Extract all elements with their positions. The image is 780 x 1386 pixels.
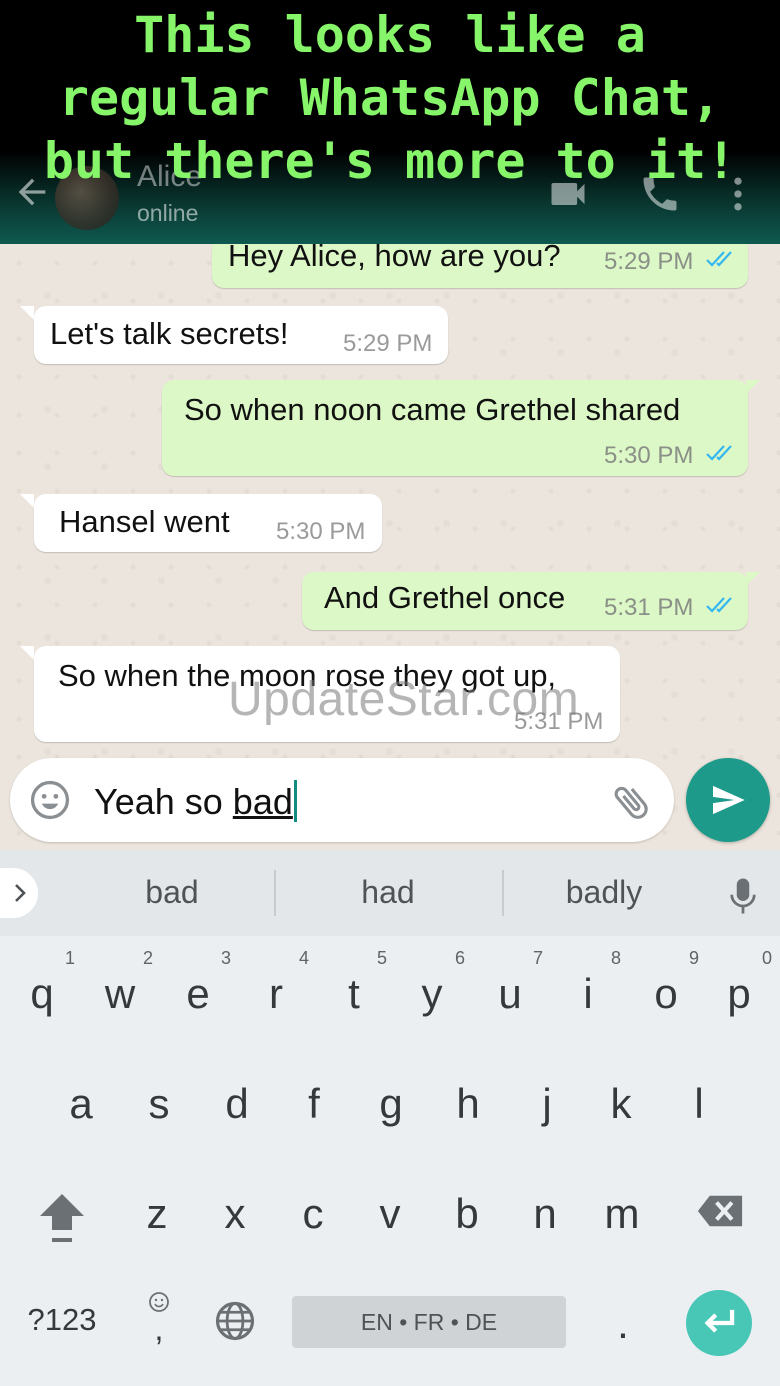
message-text: Let's talk secrets!	[50, 316, 289, 351]
globe-icon[interactable]	[214, 1300, 256, 1342]
message-time: 5:29 PM	[343, 330, 433, 357]
key-g[interactable]: g	[352, 1080, 430, 1128]
key-w[interactable]: 2w	[81, 948, 159, 1018]
message-bubble-incoming[interactable]: Hansel went 5:30 PM	[34, 494, 382, 552]
key-z[interactable]: z	[118, 1190, 196, 1238]
key-x[interactable]: x	[196, 1190, 274, 1238]
enter-button[interactable]	[686, 1290, 752, 1356]
message-time: 5:31 PM	[514, 708, 604, 735]
suggestion-strip: bad had badly	[0, 850, 780, 936]
key-i[interactable]: 8i	[549, 948, 627, 1018]
app-header: This looks like a regular WhatsApp Chat,…	[0, 0, 780, 244]
shift-icon[interactable]	[38, 1192, 86, 1244]
key-y[interactable]: 6y	[393, 948, 471, 1018]
bubble-tail	[20, 646, 34, 660]
key-r[interactable]: 4r	[237, 948, 315, 1018]
message-text: Hey Alice, how are you?	[228, 244, 561, 273]
double-check-icon	[706, 251, 732, 267]
backspace-icon[interactable]	[696, 1194, 744, 1228]
message-bubble-outgoing[interactable]: And Grethel once 5:31 PM	[302, 572, 748, 630]
message-time: 5:29 PM	[604, 248, 694, 275]
key-o[interactable]: 9o	[627, 948, 705, 1018]
message-input[interactable]: Yeah so bad	[94, 780, 297, 823]
bubble-tail	[746, 572, 760, 586]
text-caret	[293, 780, 297, 822]
key-h[interactable]: h	[429, 1080, 507, 1128]
input-text: Yeah so	[94, 781, 233, 822]
message-bubble-outgoing[interactable]: So when noon came Grethel shared 5:30 PM	[162, 380, 748, 476]
overlay-caption: This looks like a regular WhatsApp Chat,…	[43, 6, 737, 190]
key-e[interactable]: 3e	[159, 948, 237, 1018]
chevron-right-icon	[15, 884, 26, 902]
period-key[interactable]: .	[584, 1300, 662, 1348]
expand-suggestions-button[interactable]	[0, 868, 38, 918]
message-time: 5:31 PM	[604, 594, 694, 621]
attach-icon[interactable]	[610, 780, 654, 824]
key-j[interactable]: j	[508, 1080, 586, 1128]
message-text: And Grethel once	[324, 580, 566, 615]
enter-icon	[704, 1309, 735, 1333]
key-s[interactable]: s	[120, 1080, 198, 1128]
message-text: So when noon came Grethel shared	[184, 392, 681, 427]
bubble-tail	[20, 494, 34, 508]
message-text: Hansel went	[59, 504, 230, 539]
comma-key[interactable]: ,	[144, 1290, 174, 1350]
message-time: 5:30 PM	[276, 518, 366, 545]
message-bubble-incoming[interactable]: So when the moon rose they got up, 5:31 …	[34, 646, 620, 742]
spacebar[interactable]: EN • FR • DE	[292, 1296, 566, 1348]
key-d[interactable]: d	[198, 1080, 276, 1128]
contact-status: online	[137, 200, 199, 226]
suggestion[interactable]: bad	[72, 874, 272, 911]
suggestion[interactable]: badly	[504, 874, 704, 911]
send-button[interactable]	[686, 758, 770, 842]
key-a[interactable]: a	[42, 1080, 120, 1128]
message-text: So when the moon rose they got up,	[58, 658, 557, 693]
key-b[interactable]: b	[428, 1190, 506, 1238]
key-k[interactable]: k	[582, 1080, 660, 1128]
input-text-underlined: bad	[232, 781, 293, 822]
key-c[interactable]: c	[274, 1190, 352, 1238]
message-bubble-outgoing[interactable]: Hey Alice, how are you? 5:29 PM	[212, 244, 748, 288]
message-composer[interactable]: Yeah so bad	[10, 758, 674, 842]
key-n[interactable]: n	[506, 1190, 584, 1238]
divider	[274, 870, 276, 916]
key-q[interactable]: 1q	[3, 948, 81, 1018]
send-icon	[713, 785, 745, 815]
key-p[interactable]: 0p	[700, 948, 778, 1018]
suggestion[interactable]: had	[288, 874, 488, 911]
bubble-tail	[746, 380, 760, 394]
message-time: 5:30 PM	[604, 442, 694, 469]
key-f[interactable]: f	[275, 1080, 353, 1128]
double-check-icon	[706, 445, 732, 461]
emoji-icon[interactable]	[28, 778, 72, 822]
bubble-tail	[20, 306, 34, 320]
message-bubble-incoming[interactable]: Let's talk secrets! 5:29 PM	[34, 306, 448, 364]
key-l[interactable]: l	[660, 1080, 738, 1128]
double-check-icon	[706, 597, 732, 613]
key-u[interactable]: 7u	[471, 948, 549, 1018]
key-m[interactable]: m	[583, 1190, 661, 1238]
symbols-key[interactable]: ?123	[22, 1302, 102, 1338]
key-v[interactable]: v	[351, 1190, 429, 1238]
key-t[interactable]: 5t	[315, 948, 393, 1018]
mic-icon[interactable]	[728, 876, 758, 916]
